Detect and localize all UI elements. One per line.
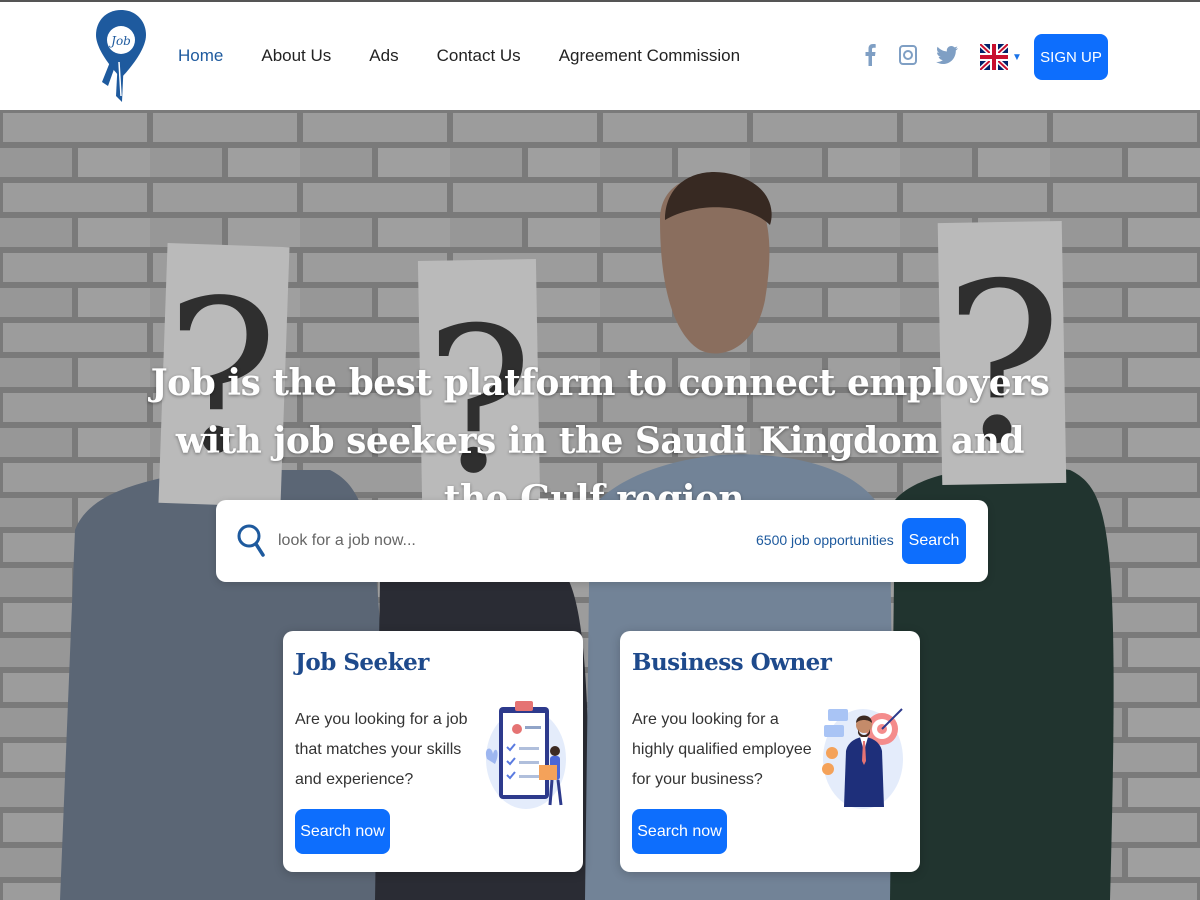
business-owner-search-button[interactable]: Search now [632, 809, 727, 854]
search-button[interactable]: Search [902, 518, 966, 564]
business-owner-card: Business Owner Are you looking for a hig… [620, 631, 920, 872]
job-count-text: 6500 job opportunities [756, 532, 894, 548]
main-nav: Home About Us Ads Contact Us Agreement C… [178, 46, 778, 66]
twitter-icon[interactable] [934, 42, 960, 68]
business-owner-card-text: Are you looking for a highly qualified e… [632, 711, 812, 788]
resume-clipboard-illustration [481, 689, 571, 814]
job-seeker-card-text: Are you looking for a job that matches y… [295, 711, 468, 788]
nav-about-us[interactable]: About Us [261, 46, 331, 66]
search-icon [236, 522, 266, 558]
business-owner-card-title: Business Owner [632, 649, 832, 676]
job-search-bar: 6500 job opportunities Search [216, 500, 988, 582]
facebook-icon[interactable] [857, 42, 883, 68]
signup-button[interactable]: SIGN UP [1034, 34, 1108, 80]
logo-icon: Job [96, 10, 146, 102]
job-seeker-card-title: Job Seeker [295, 649, 429, 676]
nav-contact-us[interactable]: Contact Us [437, 46, 521, 66]
job-seeker-search-button[interactable]: Search now [295, 809, 390, 854]
logo[interactable]: Job [92, 8, 150, 104]
nav-home[interactable]: Home [178, 46, 223, 66]
nav-ads[interactable]: Ads [369, 46, 398, 66]
instagram-icon[interactable] [895, 42, 921, 68]
language-selector[interactable]: ▼ [980, 44, 1022, 70]
navbar: Job Home About Us Ads Contact Us Agreeme… [0, 0, 1200, 110]
chevron-down-icon: ▼ [1012, 51, 1022, 63]
job-seeker-card: Job Seeker Are you looking for a job tha… [283, 631, 583, 872]
nav-agreement-commission[interactable]: Agreement Commission [559, 46, 740, 66]
job-search-input[interactable] [278, 522, 718, 560]
svg-text:Job: Job [108, 34, 131, 48]
uk-flag-icon [980, 44, 1008, 70]
businessman-target-illustration [818, 689, 908, 814]
hero-section: ? ? ? Job is the best platform to connec… [0, 110, 1200, 900]
